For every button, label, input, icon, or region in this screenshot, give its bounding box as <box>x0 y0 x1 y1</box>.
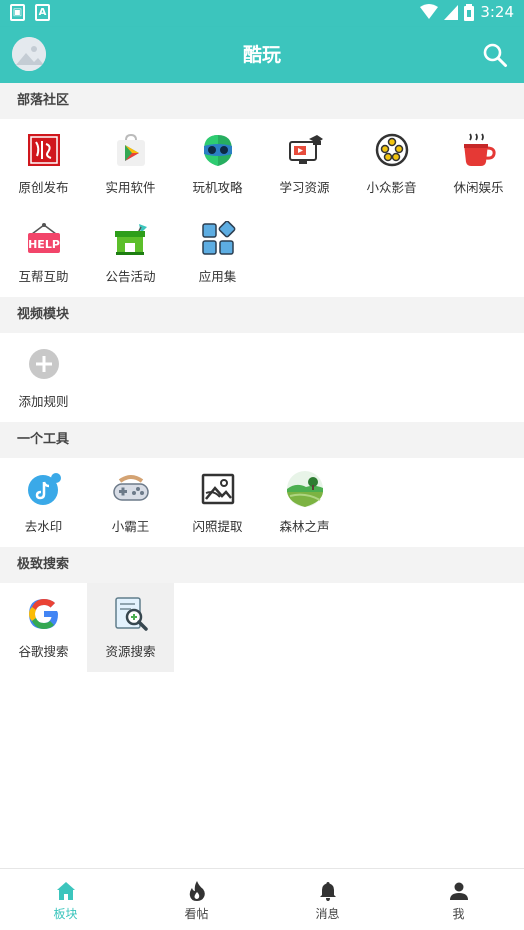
grid-item-niche-media[interactable]: 小众影音 <box>348 119 435 208</box>
grid-item-announcements[interactable]: 公告活动 <box>87 208 174 297</box>
grid-item-label: 添加规则 <box>18 394 69 409</box>
grid-item-xiaobawang[interactable]: 小霸王 <box>87 458 174 547</box>
google-icon <box>25 595 63 633</box>
grid-item-original-post[interactable]: 原创发布 <box>0 119 87 208</box>
flame-icon <box>189 881 205 901</box>
grid-item-add-rule[interactable]: 添加规则 <box>0 333 87 422</box>
tiktok-icon <box>25 470 63 508</box>
sim-notification-icon: ▣ <box>10 4 25 21</box>
section-header-search: 极致搜索 <box>0 547 524 583</box>
grid-item-useful-software[interactable]: 实用软件 <box>87 119 174 208</box>
grid-item-study-resources[interactable]: 学习资源 <box>261 119 348 208</box>
section-header-video: 视频模块 <box>0 297 524 333</box>
play-store-icon <box>112 131 150 169</box>
grid-item-forest-sound[interactable]: 森林之声 <box>261 458 348 547</box>
person-icon <box>449 882 468 900</box>
seal-stamp-icon <box>25 131 63 169</box>
grid-item-label: 互帮互助 <box>18 269 69 284</box>
forest-landscape-icon <box>286 470 324 508</box>
status-time: 3:24 <box>480 3 514 21</box>
battery-icon <box>464 3 475 21</box>
grid-item-mutual-help[interactable]: HELP 互帮互助 <box>0 208 87 297</box>
android-head-icon <box>199 131 237 169</box>
help-sign-icon: HELP <box>25 220 63 258</box>
film-reel-icon <box>373 131 411 169</box>
search-icon[interactable] <box>482 42 508 68</box>
grid-item-flash-photo-extract[interactable]: 闪照提取 <box>174 458 261 547</box>
nav-tab-label: 我 <box>452 907 465 921</box>
nav-tab-label: 看帖 <box>184 907 209 921</box>
nav-tab-label: 消息 <box>315 907 340 921</box>
tools-grid: 去水印 小霸王 闪照提取 森林之声 <box>0 458 524 547</box>
add-circle-icon <box>25 345 63 383</box>
video-grid: 添加规则 <box>0 333 524 422</box>
status-bar: ▣ A 3:24 <box>0 0 524 27</box>
home-icon <box>56 882 75 900</box>
community-grid: 原创发布 实用软件 玩机攻略 学习资源 小众影音 休闲娱乐 HELP 互帮互助 … <box>0 119 524 297</box>
search-grid: 谷歌搜索 资源搜索 <box>0 583 524 672</box>
grid-item-label: 小众影音 <box>366 180 417 195</box>
nav-tab-messages[interactable]: 消息 <box>262 869 393 930</box>
grid-item-label: 资源搜索 <box>105 644 156 659</box>
hot-cup-icon <box>460 131 498 169</box>
grid-item-label: 公告活动 <box>105 269 156 284</box>
grid-item-label: 闪照提取 <box>192 519 243 534</box>
grid-item-label: 应用集 <box>198 269 237 284</box>
grid-item-label: 学习资源 <box>279 180 330 195</box>
main-content: 部落社区 原创发布 实用软件 玩机攻略 学习资源 小众影音 休闲娱乐 HELP … <box>0 83 524 672</box>
shop-announcement-icon <box>112 220 150 258</box>
image-frame-icon <box>199 470 237 508</box>
grid-item-phone-guide[interactable]: 玩机攻略 <box>174 119 261 208</box>
nav-tab-label: 板块 <box>53 907 78 921</box>
bottom-navigation: 板块 看帖 消息 我 <box>0 868 524 930</box>
bell-icon <box>319 882 336 901</box>
document-search-icon <box>112 595 150 633</box>
keyboard-notification-icon: A <box>35 4 50 21</box>
svg-text:HELP: HELP <box>28 238 60 251</box>
nav-tab-posts[interactable]: 看帖 <box>131 869 262 930</box>
grid-item-leisure[interactable]: 休闲娱乐 <box>435 119 522 208</box>
grid-item-label: 森林之声 <box>279 519 330 534</box>
signal-icon <box>444 5 459 20</box>
grid-item-label: 谷歌搜索 <box>18 644 69 659</box>
grid-item-app-collection[interactable]: 应用集 <box>174 208 261 297</box>
grid-item-label: 休闲娱乐 <box>453 180 504 195</box>
grid-item-label: 去水印 <box>24 519 63 534</box>
grid-item-remove-watermark[interactable]: 去水印 <box>0 458 87 547</box>
grid-item-label: 小霸王 <box>111 519 150 534</box>
page-title: 酷玩 <box>242 44 281 66</box>
gamepad-icon <box>112 470 150 508</box>
nav-tab-me[interactable]: 我 <box>393 869 524 930</box>
graduation-monitor-icon <box>286 131 324 169</box>
nav-tab-sections[interactable]: 板块 <box>0 869 131 930</box>
app-toolbar: 酷玩 <box>0 27 524 83</box>
grid-item-google-search[interactable]: 谷歌搜索 <box>0 583 87 672</box>
section-header-community: 部落社区 <box>0 83 524 119</box>
grid-item-label: 玩机攻略 <box>192 180 243 195</box>
app-grid-icon <box>199 220 237 258</box>
grid-item-label: 实用软件 <box>105 180 156 195</box>
wifi-icon <box>420 4 439 19</box>
grid-item-resource-search[interactable]: 资源搜索 <box>87 583 174 672</box>
section-header-tools: 一个工具 <box>0 422 524 458</box>
grid-item-label: 原创发布 <box>18 180 69 195</box>
